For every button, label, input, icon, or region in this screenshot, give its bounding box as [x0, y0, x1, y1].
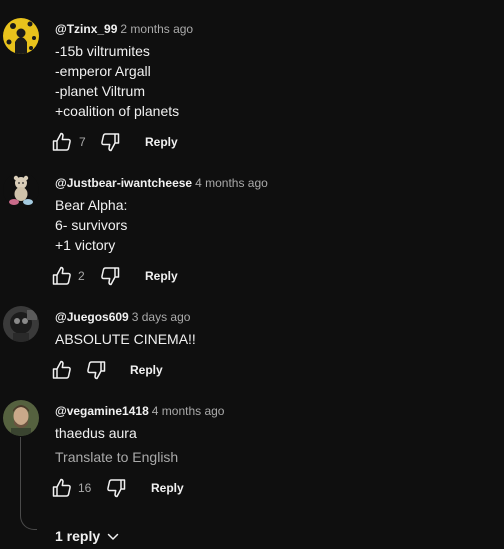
- comment-header: @Tzinx_99 2 months ago: [55, 21, 193, 37]
- thumbs-down-icon: [107, 479, 126, 498]
- thumbs-down-icon: [101, 133, 120, 152]
- dislike-button[interactable]: [98, 130, 122, 154]
- like-button[interactable]: [50, 476, 74, 500]
- comment-text-line: thaedus aura: [55, 425, 137, 441]
- reply-button[interactable]: Reply: [130, 362, 163, 378]
- avatar[interactable]: [3, 306, 39, 342]
- comment-text-line: Bear Alpha:: [55, 197, 128, 213]
- author-name[interactable]: @Tzinx_99: [55, 22, 117, 36]
- comment-timestamp[interactable]: 4 months ago: [152, 404, 225, 418]
- thumbs-down-icon: [87, 361, 106, 380]
- comment-timestamp[interactable]: 4 months ago: [195, 176, 268, 190]
- comment-text-line: +coalition of planets: [55, 103, 180, 119]
- thumbs-up-icon: [52, 478, 71, 497]
- thumbs-down-icon: [101, 267, 120, 286]
- like-count: 2: [78, 269, 85, 283]
- replies-count-label: 1 reply: [55, 528, 101, 544]
- like-count: 7: [79, 135, 86, 149]
- comment-text-line: -15b viltrumites: [55, 43, 150, 59]
- author-name[interactable]: @vegamine1418: [55, 404, 149, 418]
- like-button[interactable]: [50, 358, 74, 382]
- comment-text-line: -emperor Argall: [55, 63, 151, 79]
- comment-header: @vegamine1418 4 months ago: [55, 403, 224, 419]
- dislike-button[interactable]: [104, 476, 128, 500]
- thumbs-up-icon: [52, 266, 71, 285]
- comment-header: @Juegos609 3 days ago: [55, 309, 190, 325]
- reply-button[interactable]: Reply: [151, 480, 184, 496]
- avatar[interactable]: [3, 18, 39, 54]
- author-name[interactable]: @Juegos609: [55, 310, 129, 324]
- comment-timestamp[interactable]: 2 months ago: [120, 22, 193, 36]
- thumbs-up-icon: [52, 132, 71, 151]
- like-button[interactable]: [50, 264, 74, 288]
- comment-timestamp[interactable]: 3 days ago: [132, 310, 191, 324]
- chevron-down-icon: [107, 534, 119, 541]
- thread-connector-line: [20, 437, 37, 530]
- reply-button[interactable]: Reply: [145, 134, 178, 150]
- comment-text-line: ABSOLUTE CINEMA!!: [55, 331, 196, 347]
- author-name[interactable]: @Justbear-iwantcheese: [55, 176, 192, 190]
- comment-header: @Justbear-iwantcheese 4 months ago: [55, 175, 268, 191]
- like-button[interactable]: [50, 130, 74, 154]
- translate-link[interactable]: Translate to English: [55, 447, 178, 467]
- view-replies-button[interactable]: 1 reply: [55, 526, 120, 546]
- dislike-button[interactable]: [84, 358, 108, 382]
- avatar[interactable]: [3, 400, 39, 436]
- comment-text-line: 6- survivors: [55, 217, 128, 233]
- comment-text-line: -planet Viltrum: [55, 83, 146, 99]
- reply-button[interactable]: Reply: [145, 268, 178, 284]
- dislike-button[interactable]: [98, 264, 122, 288]
- thumbs-up-icon: [52, 360, 71, 379]
- avatar[interactable]: [3, 172, 39, 208]
- like-count: 16: [78, 481, 92, 495]
- comment-text-line: +1 victory: [55, 237, 116, 253]
